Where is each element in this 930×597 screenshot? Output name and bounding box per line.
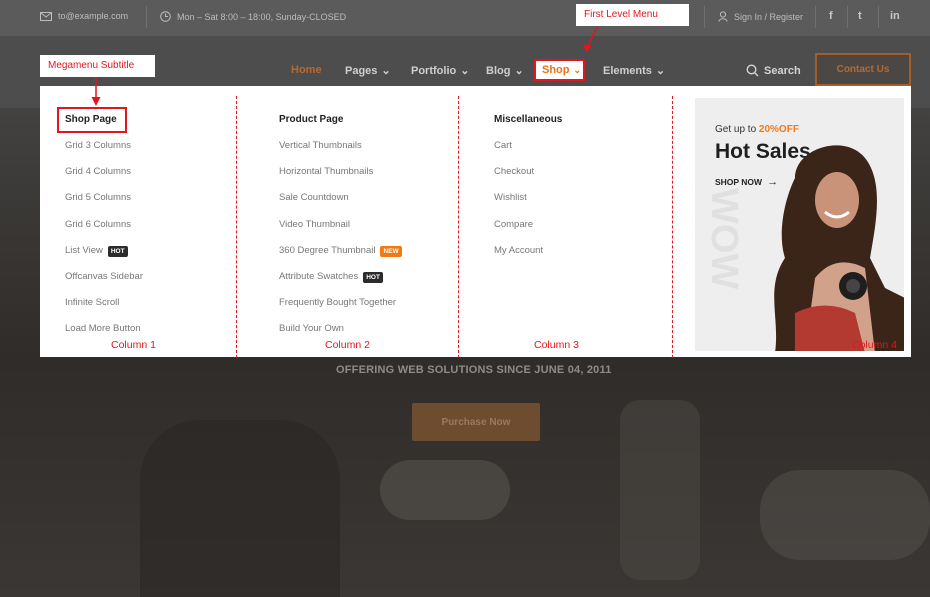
- nav-label: Shop: [542, 64, 570, 76]
- menu-link[interactable]: Sale Countdown: [279, 192, 402, 218]
- hero-background-shape: [760, 470, 930, 560]
- user-icon: [718, 11, 728, 22]
- menu-link[interactable]: Checkout: [494, 166, 562, 192]
- menu-link[interactable]: Offcanvas Sidebar: [65, 271, 143, 297]
- nav-home[interactable]: Home: [291, 64, 322, 76]
- menu-link[interactable]: Horizontal Thumbnails: [279, 166, 402, 192]
- divider: [815, 6, 816, 28]
- contact-us-button[interactable]: Contact Us: [815, 53, 911, 86]
- hero-background-shape: [620, 400, 700, 580]
- purchase-now-button[interactable]: Purchase Now: [412, 403, 540, 441]
- menu-link[interactable]: Compare: [494, 219, 562, 245]
- nav-shop[interactable]: Shop ⌄: [542, 64, 581, 76]
- divider: [847, 6, 848, 28]
- column-label: Column 3: [534, 339, 579, 351]
- nav-label: Portfolio: [411, 64, 457, 77]
- email-text: to@example.com: [58, 11, 129, 21]
- sign-in-link[interactable]: Sign In / Register: [718, 11, 803, 22]
- menu-link[interactable]: Frequently Bought Together: [279, 297, 402, 323]
- hot-badge: HOT: [363, 271, 383, 283]
- watermark-text: WOW: [703, 188, 745, 290]
- divider: [878, 6, 879, 28]
- column-divider: [236, 96, 237, 358]
- linkedin-icon[interactable]: in: [890, 10, 900, 22]
- search-label: Search: [764, 64, 801, 77]
- twitter-icon[interactable]: t: [858, 10, 862, 22]
- promo-model-image: [774, 145, 904, 351]
- menu-link[interactable]: Grid 5 Columns: [65, 192, 143, 218]
- column-label: Column 1: [111, 339, 156, 351]
- nav-label: Blog: [486, 64, 511, 77]
- top-bar: to@example.com Mon – Sat 8:00 – 18:00, S…: [0, 0, 930, 36]
- shop-megamenu: Shop Page Grid 3 Columns Grid 4 Columns …: [40, 86, 911, 358]
- hot-badge: HOT: [107, 245, 128, 257]
- first-level-menu-callout: First Level Menu: [576, 4, 689, 26]
- chevron-down-icon: ⌄: [514, 65, 524, 77]
- menu-link[interactable]: Grid 6 Columns: [65, 219, 143, 245]
- auth-text: Sign In / Register: [734, 11, 804, 22]
- new-badge: NEW: [380, 245, 402, 257]
- menu-link[interactable]: 360 Degree Thumbnail NEW: [279, 245, 402, 271]
- nav-elements[interactable]: Elements ⌄: [603, 64, 666, 78]
- hours-text: Mon – Sat 8:00 – 18:00, Sunday-CLOSED: [177, 11, 347, 22]
- discount-text: 20%OFF: [758, 124, 799, 135]
- menu-link[interactable]: My Account: [494, 245, 562, 271]
- column-divider: [458, 96, 459, 358]
- menu-link[interactable]: Infinite Scroll: [65, 297, 143, 323]
- nav-pages[interactable]: Pages ⌄: [345, 64, 391, 78]
- menu-link[interactable]: Attribute Swatches HOT: [279, 271, 402, 297]
- column-title[interactable]: Miscellaneous: [494, 114, 562, 140]
- menu-link[interactable]: Vertical Thumbnails: [279, 140, 402, 166]
- clock-icon: [160, 11, 171, 22]
- chevron-down-icon: ⌄: [655, 65, 666, 77]
- hero-background-shape: [380, 460, 510, 520]
- nav-label: Home: [291, 64, 322, 76]
- nav-blog[interactable]: Blog ⌄: [486, 64, 524, 78]
- menu-link[interactable]: Wishlist: [494, 192, 562, 218]
- menu-link[interactable]: Grid 4 Columns: [65, 166, 143, 192]
- facebook-icon[interactable]: f: [829, 10, 833, 22]
- megamenu-column-1: Shop Page Grid 3 Columns Grid 4 Columns …: [65, 114, 143, 350]
- nav-portfolio[interactable]: Portfolio ⌄: [411, 64, 470, 78]
- divider: [146, 6, 147, 28]
- envelope-icon: [40, 11, 52, 21]
- chevron-down-icon: ⌄: [573, 64, 582, 75]
- nav-label: Pages: [345, 64, 378, 77]
- search-icon: [746, 64, 759, 77]
- menu-link[interactable]: Video Thumbnail: [279, 219, 402, 245]
- column-label: Column 2: [325, 339, 370, 351]
- annotation-arrow: [583, 26, 598, 52]
- search-button[interactable]: Search: [746, 64, 801, 77]
- annotation-arrow: [91, 77, 101, 106]
- hero-tagline: OFFERING WEB SOLUTIONS SINCE JUNE 04, 20…: [336, 364, 612, 376]
- hot-sales-banner[interactable]: WOW Get up to 20%OFF Hot Sales SHOP NOW →: [695, 98, 904, 351]
- column-title[interactable]: Shop Page: [65, 114, 143, 140]
- megamenu-subtitle-callout: Megamenu Subtitle: [40, 55, 155, 77]
- divider: [704, 6, 705, 28]
- hero-background-shape: [140, 420, 340, 597]
- nav-label: Elements: [603, 64, 652, 77]
- business-hours: Mon – Sat 8:00 – 18:00, Sunday-CLOSED: [160, 11, 346, 22]
- column-divider: [672, 96, 673, 358]
- column-label: Column 4: [852, 339, 897, 351]
- chevron-down-icon: ⌄: [381, 65, 391, 77]
- chevron-down-icon: ⌄: [460, 65, 470, 77]
- contact-email[interactable]: to@example.com: [40, 11, 128, 21]
- menu-link[interactable]: Cart: [494, 140, 562, 166]
- menu-link[interactable]: List View HOT: [65, 245, 143, 271]
- column-title[interactable]: Product Page: [279, 114, 402, 140]
- megamenu-column-2: Product Page Vertical Thumbnails Horizon…: [279, 114, 402, 350]
- promo-pretitle: Get up to 20%OFF: [715, 124, 799, 135]
- menu-link[interactable]: Grid 3 Columns: [65, 140, 143, 166]
- megamenu-column-3: Miscellaneous Cart Checkout Wishlist Com…: [494, 114, 562, 271]
